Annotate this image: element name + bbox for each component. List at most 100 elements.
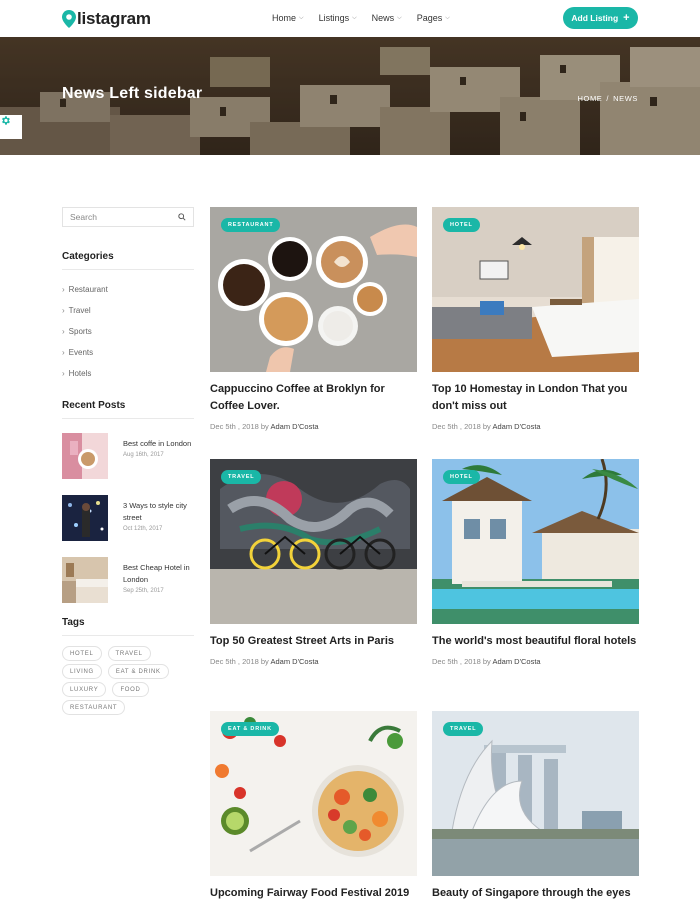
category-badge[interactable]: TRAVEL — [443, 722, 484, 736]
top-header: listagram Home ⌵ Listings ⌵ News ⌵ Pages ⌵ A… — [0, 0, 700, 37]
search-input[interactable]: Search — [62, 207, 194, 227]
post-title[interactable]: Top 10 Homestay in London That you don't… — [432, 381, 639, 415]
nav-label: Home — [272, 13, 297, 23]
nav-label: News — [371, 13, 395, 23]
page-hero: News Left sidebar HOME / NEWS — [0, 37, 700, 155]
breadcrumb-separator: / — [606, 94, 610, 103]
nav-listings[interactable]: Listings ⌵ — [319, 13, 357, 23]
post-by: by — [260, 657, 269, 666]
chevron-down-icon: ⌵ — [445, 14, 450, 21]
nav-news[interactable]: News ⌵ — [372, 13, 402, 23]
search-placeholder: Search — [70, 212, 97, 222]
category-item[interactable]: › Sports — [62, 321, 194, 342]
chevron-down-icon: ⌵ — [352, 14, 357, 21]
post-card: RESTAURANT Cappuccino Coffee at Broklyn … — [210, 207, 417, 431]
recent-post[interactable]: Best coffe in London Aug 16th, 2017 — [62, 433, 194, 481]
chevron-right-icon: › — [62, 369, 65, 378]
post-date: Dec 5th , 2018 — [210, 657, 259, 666]
post-author[interactable]: Adam D'Costa — [270, 657, 318, 666]
category-item[interactable]: › Hotels — [62, 363, 194, 384]
post-image[interactable]: TRAVEL — [432, 711, 639, 876]
settings-toggle[interactable] — [0, 115, 22, 139]
recent-post-title[interactable]: 3 Ways to style city street — [123, 500, 195, 524]
post-by: by — [482, 657, 491, 666]
nav-label: Pages — [416, 13, 443, 23]
gear-icon — [2, 116, 10, 125]
post-card: EAT & DRINK Upcoming Fairway Food Festiv… — [210, 711, 417, 902]
post-meta: Dec 5th , 2018 by Adam D'Costa — [210, 422, 417, 431]
category-item[interactable]: › Restaurant — [62, 279, 194, 300]
category-item[interactable]: › Travel — [62, 300, 194, 321]
category-label: Restaurant — [68, 285, 108, 294]
recent-post-date: Sep 25th, 2017 — [123, 588, 164, 594]
post-image[interactable]: HOTEL — [432, 207, 639, 372]
chevron-right-icon: › — [62, 285, 65, 294]
post-image[interactable]: EAT & DRINK — [210, 711, 417, 876]
tags-heading: Tags — [62, 617, 194, 636]
category-label: Hotels — [68, 369, 92, 378]
tag[interactable]: EAT & DRINK — [107, 664, 169, 679]
post-image[interactable]: HOTEL — [432, 459, 639, 624]
logo[interactable]: listagram — [62, 9, 151, 29]
recent-post-date: Oct 12th, 2017 — [123, 526, 163, 532]
chevron-right-icon: › — [62, 327, 65, 336]
category-badge[interactable]: RESTAURANT — [221, 218, 281, 232]
tag[interactable]: HOTEL — [62, 646, 102, 661]
post-title[interactable]: Top 50 Greatest Street Arts in Paris — [210, 633, 417, 650]
breadcrumb-home[interactable]: HOME — [578, 94, 603, 103]
recent-post[interactable]: 3 Ways to style city street Oct 12th, 20… — [62, 495, 194, 543]
category-badge[interactable]: HOTEL — [443, 470, 480, 484]
post-author[interactable]: Adam D'Costa — [492, 422, 540, 431]
post-author[interactable]: Adam D'Costa — [270, 422, 318, 431]
nav-pages[interactable]: Pages ⌵ — [417, 13, 450, 23]
post-image[interactable]: RESTAURANT — [210, 207, 417, 372]
post-title[interactable]: Beauty of Singapore through the eyes — [432, 885, 639, 902]
search-icon[interactable] — [178, 213, 186, 221]
post-meta: Dec 5th , 2018 by Adam D'Costa — [432, 422, 639, 431]
sidebar: Search Categories › Restaurant › Travel › S… — [62, 207, 194, 718]
chevron-right-icon: › — [62, 348, 65, 357]
tag[interactable]: LIVING — [62, 664, 102, 679]
post-card: TRAVEL Beauty of Singapore through the e… — [432, 711, 639, 902]
post-title[interactable]: Cappuccino Coffee at Broklyn for Coffee … — [210, 381, 417, 415]
post-by: by — [482, 422, 491, 431]
add-listing-button[interactable]: Add Listing + — [563, 7, 638, 29]
category-label: Sports — [68, 327, 92, 336]
recent-post-date: Aug 16th, 2017 — [123, 452, 164, 458]
tag[interactable]: TRAVEL — [107, 646, 151, 661]
category-badge[interactable]: HOTEL — [443, 218, 480, 232]
post-title[interactable]: The world's most beautiful floral hotels — [432, 633, 639, 650]
post-card: HOTEL The world's most beautiful floral … — [432, 459, 639, 666]
post-thumbnail[interactable] — [62, 557, 108, 603]
chevron-down-icon: ⌵ — [397, 14, 402, 21]
post-image[interactable]: TRAVEL — [210, 459, 417, 624]
recent-posts-heading: Recent Posts — [62, 400, 194, 419]
tag[interactable]: FOOD — [112, 682, 149, 697]
category-badge[interactable]: TRAVEL — [221, 470, 262, 484]
plus-icon: + — [623, 11, 630, 24]
post-card: HOTEL Top 10 Homestay in London That you… — [432, 207, 639, 431]
post-date: Dec 5th , 2018 — [210, 422, 259, 431]
post-thumbnail[interactable] — [62, 433, 108, 479]
tag[interactable]: RESTAURANT — [62, 700, 126, 715]
recent-post[interactable]: Best Cheap Hotel in London Sep 25th, 201… — [62, 557, 194, 605]
nav-label: Listings — [318, 13, 350, 23]
categories-heading: Categories — [62, 251, 194, 270]
tag[interactable]: LUXURY — [62, 682, 107, 697]
category-badge[interactable]: EAT & DRINK — [221, 722, 279, 736]
post-title[interactable]: Upcoming Fairway Food Festival 2019 — [210, 885, 417, 902]
breadcrumb-current: NEWS — [613, 94, 638, 103]
category-label: Travel — [68, 306, 91, 315]
nav-home[interactable]: Home ⌵ — [272, 13, 304, 23]
brand-name: listagram — [77, 9, 151, 28]
map-pin-icon — [62, 10, 76, 28]
recent-post-title[interactable]: Best coffe in London — [123, 438, 195, 450]
post-author[interactable]: Adam D'Costa — [492, 657, 540, 666]
category-label: Events — [68, 348, 94, 357]
category-item[interactable]: › Events — [62, 342, 194, 363]
post-date: Dec 5th , 2018 — [432, 657, 481, 666]
tag-cloud: HOTEL TRAVEL LIVING EAT & DRINK LUXURY F… — [62, 646, 194, 718]
post-thumbnail[interactable] — [62, 495, 108, 541]
recent-post-title[interactable]: Best Cheap Hotel in London — [123, 562, 195, 586]
chevron-down-icon: ⌵ — [299, 14, 304, 21]
